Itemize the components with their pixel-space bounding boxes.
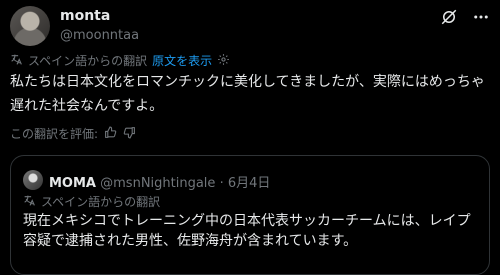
translation-info: スペイン語からの翻訳 原文を表示 <box>10 52 230 69</box>
quote-text: 現在メキシコでトレーニング中の日本代表サッカーチームには、レイプ容疑で逮捕された… <box>23 213 471 249</box>
gear-icon[interactable] <box>217 53 230 69</box>
thumbs-down-icon[interactable] <box>123 126 136 142</box>
translation-label: スペイン語からの翻訳 <box>28 54 148 68</box>
quote-header: MOMA @msnNightingale · 6月4日 <box>49 172 270 191</box>
quote-author-name[interactable]: MOMA <box>49 176 96 191</box>
quote-author-handle[interactable]: @msnNightingale <box>100 176 215 191</box>
author-handle[interactable]: @moonntaa <box>60 28 139 43</box>
quote-translation-label: スペイン語からの翻訳 <box>41 195 161 209</box>
quote-translation-info: スペイン語からの翻訳 <box>23 193 160 210</box>
avatar[interactable] <box>10 6 50 46</box>
author-name[interactable]: monta <box>60 8 110 24</box>
thumbs-up-icon[interactable] <box>104 126 117 142</box>
quote-date[interactable]: 6月4日 <box>228 176 271 191</box>
quote-separator: · <box>219 176 224 191</box>
rate-translation: この翻訳を評価: <box>10 125 136 142</box>
translate-icon <box>23 194 36 210</box>
grok-icon[interactable] <box>440 8 458 26</box>
post-text: 私たちは日本文化をロマンチックに美化してきましたが、実際にはめっちゃ遅れた社会な… <box>10 74 485 114</box>
quoted-post[interactable]: MOMA @msnNightingale · 6月4日 スペイン語からの翻訳 現… <box>10 155 490 275</box>
translate-icon <box>10 53 23 69</box>
show-original-link[interactable]: 原文を表示 <box>152 52 212 69</box>
quote-avatar[interactable] <box>23 170 43 190</box>
more-icon[interactable] <box>472 8 490 26</box>
rate-label: この翻訳を評価: <box>10 127 99 141</box>
